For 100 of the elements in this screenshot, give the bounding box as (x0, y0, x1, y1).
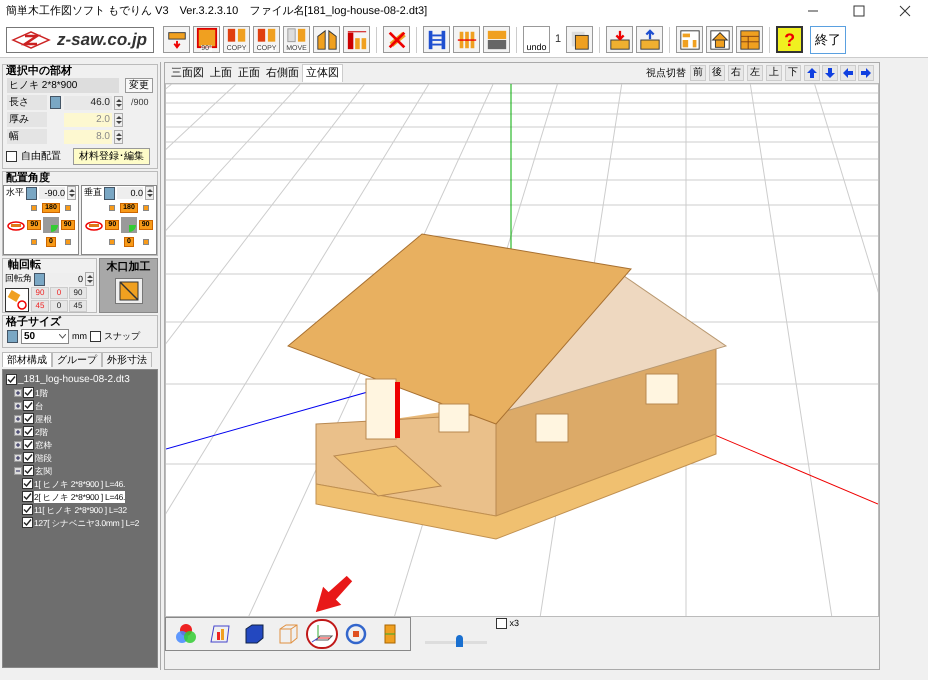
tab[interactable]: グループ (52, 352, 102, 367)
preset-square-icon[interactable] (64, 205, 71, 212)
calculator-icon[interactable] (104, 186, 115, 200)
viewpoint-arrow-button[interactable] (858, 65, 874, 81)
expand-icon[interactable] (14, 402, 22, 410)
angle-field[interactable]: 0.0 (117, 187, 143, 199)
viewpoint-arrow-button[interactable] (822, 65, 838, 81)
preset-square-icon[interactable] (31, 238, 38, 245)
viewpoint-button[interactable]: 前 (690, 65, 706, 81)
orbit-icon (344, 622, 368, 646)
house-icon (708, 28, 731, 50)
viewpoint-button[interactable]: 右 (728, 65, 744, 81)
viewpoint-button[interactable]: 上 (766, 65, 782, 81)
checkbox[interactable] (496, 618, 508, 630)
zoom-slider-thumb[interactable] (456, 635, 464, 647)
tree-item[interactable]: 2[ ヒノキ 2*8*900 ] L=46. (34, 490, 126, 502)
section-title: 木口加工 (106, 260, 150, 275)
checkbox[interactable] (23, 413, 34, 424)
tree-item[interactable]: 玄関 (35, 464, 52, 476)
tab[interactable]: 部材構成 (2, 352, 52, 367)
tree-item[interactable]: _181_log-house-08-2.dt3 (18, 372, 130, 387)
tool-button[interactable] (566, 26, 594, 53)
checkbox[interactable] (22, 478, 33, 489)
spin-buttons[interactable] (114, 112, 123, 126)
tree-item[interactable]: 127[ シナベニヤ3.0mm ] L=2 (34, 516, 140, 528)
tree-item[interactable]: 屋根 (35, 412, 52, 424)
tree-item[interactable]: 2階 (35, 426, 48, 438)
material-edit-button[interactable]: 材料登録･編集 (73, 148, 150, 165)
viewpoint-button[interactable]: 後 (709, 65, 725, 81)
checkbox[interactable] (90, 331, 101, 342)
collapse-icon[interactable] (14, 466, 22, 474)
checkbox[interactable] (23, 400, 34, 411)
change-button[interactable]: 変更 (125, 78, 153, 93)
expand-icon[interactable] (14, 388, 22, 396)
tab[interactable]: 外形寸法 (102, 352, 152, 367)
tree-item[interactable]: 窓枠 (35, 438, 52, 450)
checkbox[interactable] (22, 491, 33, 502)
plank-rotation-icon (5, 288, 29, 312)
checkbox[interactable] (23, 465, 34, 476)
color-circles-icon (174, 622, 198, 646)
tree-item[interactable]: 階段 (35, 452, 52, 464)
mirror-icon (316, 28, 338, 50)
end-cut-button[interactable] (114, 278, 142, 304)
expand-icon[interactable] (14, 414, 22, 422)
view-tool-button[interactable] (306, 619, 338, 649)
tool-button[interactable] (423, 26, 450, 53)
spin-buttons[interactable] (114, 130, 123, 144)
preset-square-icon[interactable] (142, 238, 149, 245)
spin-buttons[interactable] (67, 186, 76, 200)
preset-square-icon[interactable] (64, 238, 71, 245)
checkbox[interactable] (6, 151, 17, 162)
tree-item[interactable]: 11[ ヒノキ 2*8*900 ] L=32 (34, 504, 127, 516)
tree-item[interactable]: 台 (35, 400, 44, 412)
rotation-preset-button[interactable]: 45 (69, 300, 87, 312)
checkbox-label: スナップ (104, 330, 140, 343)
tool-button[interactable] (676, 26, 704, 53)
checkbox[interactable] (23, 439, 34, 450)
rotation-preset-button[interactable]: 90 (69, 287, 87, 299)
expand-icon[interactable] (14, 440, 22, 448)
calculator-icon[interactable] (34, 272, 45, 286)
viewpoint-arrow-button[interactable] (804, 65, 820, 81)
viewpoint-button[interactable]: 左 (747, 65, 763, 81)
length-total: /900 (131, 96, 149, 109)
checkbox[interactable] (23, 387, 34, 398)
calculator-icon[interactable] (26, 186, 37, 200)
preset-square-icon[interactable] (109, 205, 116, 212)
view-tab[interactable]: 立体図 (302, 64, 343, 82)
tool-button[interactable] (606, 26, 634, 53)
angle-field[interactable]: -90.0 (39, 187, 65, 199)
tool-button[interactable] (163, 26, 190, 53)
spin-buttons[interactable] (114, 96, 123, 110)
arrow-right-icon (860, 67, 872, 79)
tool-button[interactable] (636, 26, 664, 53)
spin-buttons[interactable] (85, 272, 94, 286)
grid-size-dropdown[interactable]: 50 (21, 329, 69, 344)
spin-buttons[interactable] (145, 186, 154, 200)
rotation-preset-button[interactable]: 0 (50, 300, 68, 312)
undo-button[interactable]: undo (523, 26, 550, 53)
tool-button[interactable] (736, 26, 764, 53)
checkbox[interactable] (22, 504, 33, 515)
preset-square-icon[interactable] (31, 205, 38, 212)
tree-item[interactable]: 1階 (35, 386, 48, 398)
tree-item[interactable]: 1[ ヒノキ 2*8*900 ] L=46. (34, 478, 126, 490)
checkbox[interactable] (23, 426, 34, 437)
preset-square-icon[interactable] (142, 205, 149, 212)
help-button[interactable]: ? (776, 26, 804, 53)
tool-button[interactable] (313, 26, 340, 53)
number-field[interactable]: 46.0 (64, 96, 112, 110)
checkbox[interactable] (6, 374, 17, 385)
viewpoint-button[interactable]: 下 (785, 65, 801, 81)
viewpoint-arrow-button[interactable] (840, 65, 856, 81)
tool-button[interactable] (706, 26, 734, 53)
dial-label: 水平 (6, 186, 24, 200)
expand-icon[interactable] (14, 454, 22, 462)
dial-label: 垂直 (84, 186, 102, 200)
expand-icon[interactable] (14, 428, 22, 436)
checkbox[interactable] (22, 517, 33, 528)
preset-square-icon[interactable] (109, 238, 116, 245)
exit-button[interactable]: 終了 (810, 26, 846, 54)
checkbox[interactable] (23, 452, 34, 463)
